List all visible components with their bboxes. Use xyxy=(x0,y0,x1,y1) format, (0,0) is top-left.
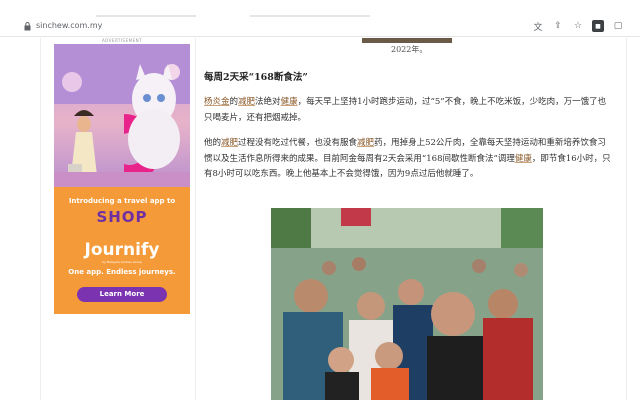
column-divider xyxy=(195,38,196,400)
extension-icon[interactable]: ■ xyxy=(592,20,604,32)
ad-cta-panel[interactable]: Introducing a travel app to SHOP Journif… xyxy=(54,187,190,314)
article-photo xyxy=(271,208,543,400)
photo-caption: 2022年。 xyxy=(391,45,428,54)
advertisement-banner[interactable]: Introducing a travel app to SHOP Journif… xyxy=(54,44,190,314)
ad-tagline: One app. Endless journeys. xyxy=(68,268,176,276)
tag-link[interactable]: 健康 xyxy=(515,154,532,164)
ad-artwork xyxy=(54,44,190,187)
tag-link[interactable]: 杨炎金 xyxy=(204,97,230,107)
page-content: ADVERTISEMENT Introducing a travel app t… xyxy=(0,38,640,400)
lock-icon xyxy=(24,22,31,31)
ad-illustration[interactable] xyxy=(54,44,190,187)
ad-intro-text: Introducing a travel app to xyxy=(68,197,176,205)
group-selfie-image xyxy=(271,208,543,400)
ad-brand-logo: Journify xyxy=(84,240,160,260)
translate-icon[interactable]: 文 xyxy=(532,20,544,33)
tag-link[interactable]: 减肥 xyxy=(221,138,238,148)
ad-shop-text: SHOP xyxy=(96,208,148,226)
url-text[interactable]: sinchew.com.my xyxy=(36,21,102,30)
sidebar-icon[interactable]: ▢ xyxy=(612,20,624,32)
learn-more-button[interactable]: Learn More xyxy=(77,287,167,302)
column-divider xyxy=(40,38,41,400)
browser-tab-strip xyxy=(0,0,640,17)
article-paragraph: 杨炎金的减肥法绝对健康，每天早上坚持1小时跑步运动，过“5”不食，晚上不吃米饭，… xyxy=(204,97,607,123)
bookmark-star-icon[interactable]: ☆ xyxy=(572,20,584,32)
ad-brand-subtitle: by Malaysia Airlines Group xyxy=(102,260,142,264)
ad-label: ADVERTISEMENT xyxy=(101,38,143,43)
section-heading: 每周2天采“168断食法” xyxy=(204,72,308,83)
column-divider xyxy=(626,38,627,400)
tag-link[interactable]: 减肥 xyxy=(357,138,374,148)
address-bar[interactable]: sinchew.com.my 文 ⇪ ☆ ■ ▢ xyxy=(0,17,640,37)
article-paragraph: 他的减肥过程没有吃过代餐，也没有服食减肥药，甩掉身上52公斤肉，全靠每天坚持运动… xyxy=(204,138,611,179)
tag-link[interactable]: 健康 xyxy=(281,97,298,107)
share-icon[interactable]: ⇪ xyxy=(552,20,564,32)
previous-photo-edge xyxy=(362,38,452,43)
tag-link[interactable]: 减肥 xyxy=(238,97,255,107)
